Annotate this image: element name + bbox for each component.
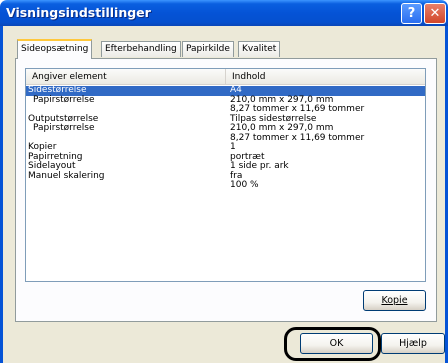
row-element-label: Papirstørrelse	[33, 123, 95, 133]
title-bar[interactable]: Visningsindstillinger ? ✕	[0, 0, 448, 26]
table-row[interactable]: Kopier 1	[26, 142, 425, 153]
tab-sideopsaetning[interactable]: Sideopsætning	[17, 39, 93, 59]
close-icon[interactable]: ✕	[424, 3, 446, 24]
row-content-value: 8,27 tommer x 11,69 tommer	[230, 132, 365, 143]
row-element-label: Manuel skalering	[28, 170, 105, 181]
table-row[interactable]: Papirretning portræt	[26, 152, 425, 163]
tab-kvalitet[interactable]: Kvalitet	[238, 41, 281, 57]
list-rows: Sidestørrelse A4 Papirstørrelse 210,0 mm x …	[26, 85, 425, 191]
table-row[interactable]: Papirstørrelse 210,0 mm x 297,0 mm	[26, 94, 425, 106]
window-title: Visningsindstillinger	[6, 5, 151, 20]
settings-list[interactable]: Angiver element Indhold Sidestørrelse A4 P…	[25, 68, 426, 282]
column-header-content[interactable]: Indhold	[226, 69, 425, 85]
table-row[interactable]: Papirstørrelse 210,0 mm x 297,0 mm	[26, 123, 425, 134]
ok-highlight-ring	[284, 327, 381, 361]
dialog-window: Visningsindstillinger ? ✕ Sideopsætning …	[0, 0, 448, 363]
dialog-body: Sideopsætning Efterbehandling Papirkilde…	[0, 26, 448, 363]
column-header-element[interactable]: Angiver element	[26, 69, 226, 85]
table-row[interactable]: 8,27 tommer x 11,69 tommer	[26, 132, 425, 144]
tab-papirkilde[interactable]: Papirkilde	[182, 41, 234, 57]
help-button[interactable]: Hjælp	[381, 333, 445, 354]
help-icon[interactable]: ?	[401, 3, 422, 24]
table-row[interactable]: 100 %	[26, 180, 425, 191]
copy-button[interactable]: Kopie	[363, 290, 426, 311]
row-element-label: Papirstørrelse	[33, 94, 95, 105]
copy-button-label: Kopie	[381, 295, 408, 306]
tab-panel: Angiver element Indhold Sidestørrelse A4 P…	[15, 58, 437, 322]
list-header: Angiver element Indhold	[26, 69, 425, 85]
table-row[interactable]: Manuel skalering fra	[26, 170, 425, 182]
row-content-value: 100 %	[230, 180, 259, 190]
tab-efterbehandling[interactable]: Efterbehandling	[101, 41, 181, 57]
